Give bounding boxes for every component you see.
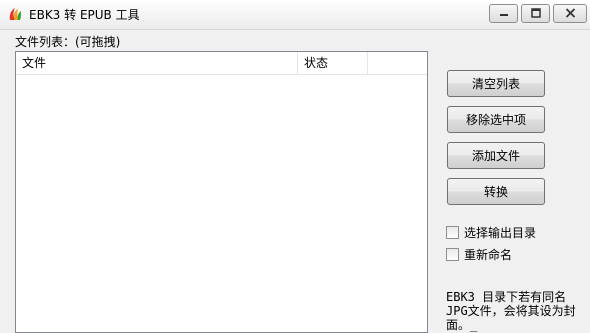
cover-note: EBK3 目录下若有同名JPG文件，会将其设为封面。_ bbox=[446, 290, 576, 332]
remove-selected-button[interactable]: 移除选中项 bbox=[447, 106, 545, 133]
output-dir-option[interactable]: 选择输出目录 bbox=[446, 224, 536, 240]
add-file-button[interactable]: 添加文件 bbox=[447, 142, 545, 169]
file-list-view[interactable]: 文件 状态 bbox=[15, 51, 428, 333]
close-icon bbox=[565, 7, 576, 21]
rename-checkbox[interactable] bbox=[446, 247, 459, 261]
rename-option[interactable]: 重新命名 bbox=[446, 246, 512, 262]
close-button[interactable] bbox=[553, 4, 587, 23]
column-header-file[interactable]: 文件 bbox=[16, 52, 298, 74]
maximize-icon bbox=[530, 7, 541, 21]
column-header-filler bbox=[368, 52, 427, 74]
clear-list-button[interactable]: 清空列表 bbox=[447, 70, 545, 97]
minimize-button[interactable] bbox=[489, 4, 518, 23]
list-header: 文件 状态 bbox=[16, 52, 427, 75]
output-dir-checkbox[interactable] bbox=[446, 225, 459, 239]
rename-label: 重新命名 bbox=[464, 247, 513, 262]
file-list-label: 文件列表：(可拖拽) bbox=[15, 35, 121, 49]
maximize-button[interactable] bbox=[521, 4, 550, 23]
title-bar[interactable]: EBK3 转 EPUB 工具 bbox=[0, 0, 590, 30]
app-logo-icon bbox=[7, 6, 23, 22]
window-title: EBK3 转 EPUB 工具 bbox=[29, 8, 140, 22]
minimize-icon bbox=[499, 7, 509, 21]
main-window: EBK3 转 EPUB 工具 文件列表：(可拖拽) 文件 状态 清空列表 移除选… bbox=[0, 0, 590, 333]
output-dir-label: 选择输出目录 bbox=[464, 225, 537, 240]
convert-button[interactable]: 转换 bbox=[447, 178, 545, 205]
column-header-status[interactable]: 状态 bbox=[298, 52, 368, 74]
